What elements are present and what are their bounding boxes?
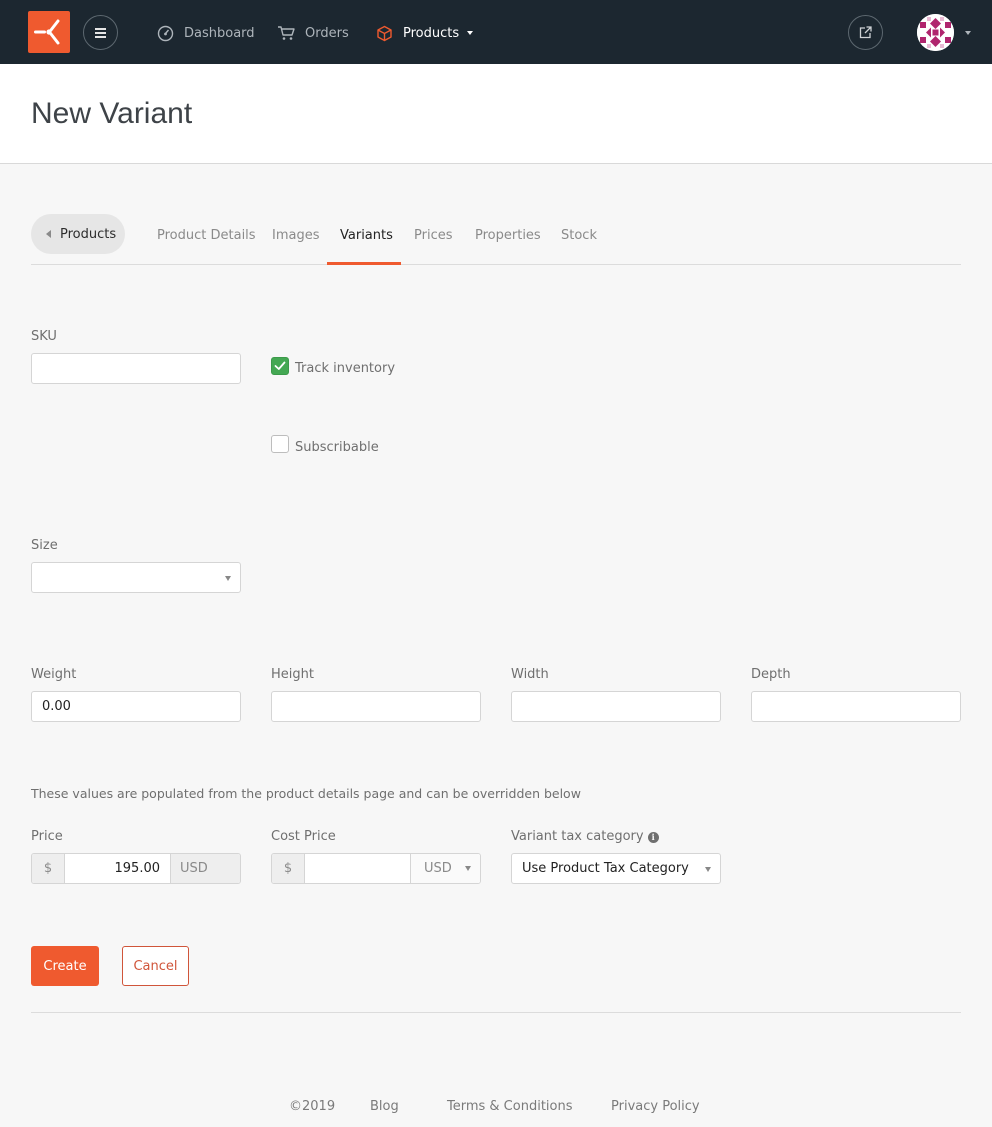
chevron-left-icon	[46, 230, 51, 238]
cost-price-currency-code: USD	[424, 861, 452, 876]
tab-images[interactable]: Images	[272, 228, 320, 243]
nav-dashboard[interactable]: Dashboard	[157, 22, 255, 44]
tax-category-value: Use Product Tax Category	[522, 861, 689, 876]
price-currency-code: USD	[171, 854, 240, 883]
depth-input[interactable]	[751, 691, 961, 722]
avatar-image	[917, 14, 954, 51]
cart-icon	[278, 26, 295, 40]
width-label: Width	[511, 667, 549, 682]
sku-input[interactable]	[31, 353, 241, 384]
tab-stock[interactable]: Stock	[561, 228, 597, 243]
divider	[31, 1012, 961, 1013]
sku-label: SKU	[31, 329, 57, 344]
nav-orders[interactable]: Orders	[277, 22, 349, 44]
product-tabs: Products Product Details Images Variants…	[31, 214, 961, 265]
footer-copyright: ©2019	[289, 1099, 336, 1114]
tab-properties[interactable]: Properties	[475, 228, 541, 243]
page-title: New Variant	[31, 97, 193, 130]
cost-price-field: $ USD	[271, 853, 481, 884]
cost-price-input[interactable]	[304, 854, 411, 883]
size-select[interactable]	[31, 562, 241, 593]
back-to-products-button[interactable]: Products	[31, 214, 125, 254]
logo-icon	[34, 19, 60, 45]
external-link-icon	[859, 26, 872, 39]
cost-price-label: Cost Price	[271, 829, 336, 844]
menu-toggle-button[interactable]	[83, 15, 118, 50]
tax-category-select[interactable]: Use Product Tax Category	[511, 853, 721, 884]
create-button[interactable]: Create	[31, 946, 99, 986]
track-inventory-checkbox[interactable]	[271, 357, 289, 375]
back-label: Products	[60, 226, 117, 242]
page-header: New Variant	[0, 64, 992, 164]
view-storefront-button[interactable]	[848, 15, 883, 50]
cost-price-currency-symbol: $	[272, 854, 304, 883]
checkmark-icon	[274, 361, 286, 370]
chevron-down-icon	[705, 867, 711, 872]
tab-variants[interactable]: Variants	[340, 228, 393, 243]
depth-label: Depth	[751, 667, 791, 682]
tab-prices[interactable]: Prices	[414, 228, 453, 243]
subscribable-checkbox[interactable]	[271, 435, 289, 453]
track-inventory-label: Track inventory	[295, 361, 396, 376]
price-field: $ 195.00 USD	[31, 853, 241, 884]
nav-products[interactable]: Products	[376, 22, 474, 44]
weight-label: Weight	[31, 667, 77, 682]
chevron-down-icon	[467, 31, 474, 35]
price-label: Price	[31, 829, 63, 844]
avatar[interactable]	[917, 14, 954, 51]
nav-dashboard-label: Dashboard	[184, 25, 255, 41]
footer-link-privacy[interactable]: Privacy Policy	[611, 1099, 700, 1114]
chevron-down-icon	[225, 576, 231, 581]
price-currency-symbol: $	[32, 854, 64, 883]
chevron-down-icon	[465, 866, 471, 871]
height-label: Height	[271, 667, 314, 682]
hamburger-icon	[95, 27, 106, 38]
footer-link-blog[interactable]: Blog	[370, 1099, 399, 1114]
height-input[interactable]	[271, 691, 481, 722]
info-icon[interactable]: i	[647, 831, 659, 843]
top-navbar: Dashboard Orders Products	[0, 0, 992, 64]
logo[interactable]	[28, 11, 70, 53]
size-label: Size	[31, 538, 58, 553]
price-input[interactable]: 195.00	[64, 854, 171, 883]
width-input[interactable]	[511, 691, 721, 722]
cost-price-currency-select[interactable]: USD	[411, 854, 480, 883]
cancel-button[interactable]: Cancel	[122, 946, 189, 986]
account-menu-caret-icon[interactable]	[965, 31, 971, 35]
subscribable-label: Subscribable	[295, 440, 379, 455]
override-note: These values are populated from the prod…	[31, 786, 581, 801]
nav-products-label: Products	[403, 25, 460, 41]
dashboard-icon	[157, 25, 174, 41]
nav-orders-label: Orders	[305, 25, 349, 41]
active-tab-indicator	[327, 262, 401, 265]
tax-category-label-text: Variant tax category	[511, 829, 644, 844]
tab-product-details[interactable]: Product Details	[157, 228, 256, 243]
weight-input[interactable]: 0.00	[31, 691, 241, 722]
tax-category-label: Variant tax category i	[511, 829, 659, 844]
cube-icon	[377, 25, 392, 41]
footer-link-terms[interactable]: Terms & Conditions	[447, 1099, 573, 1114]
